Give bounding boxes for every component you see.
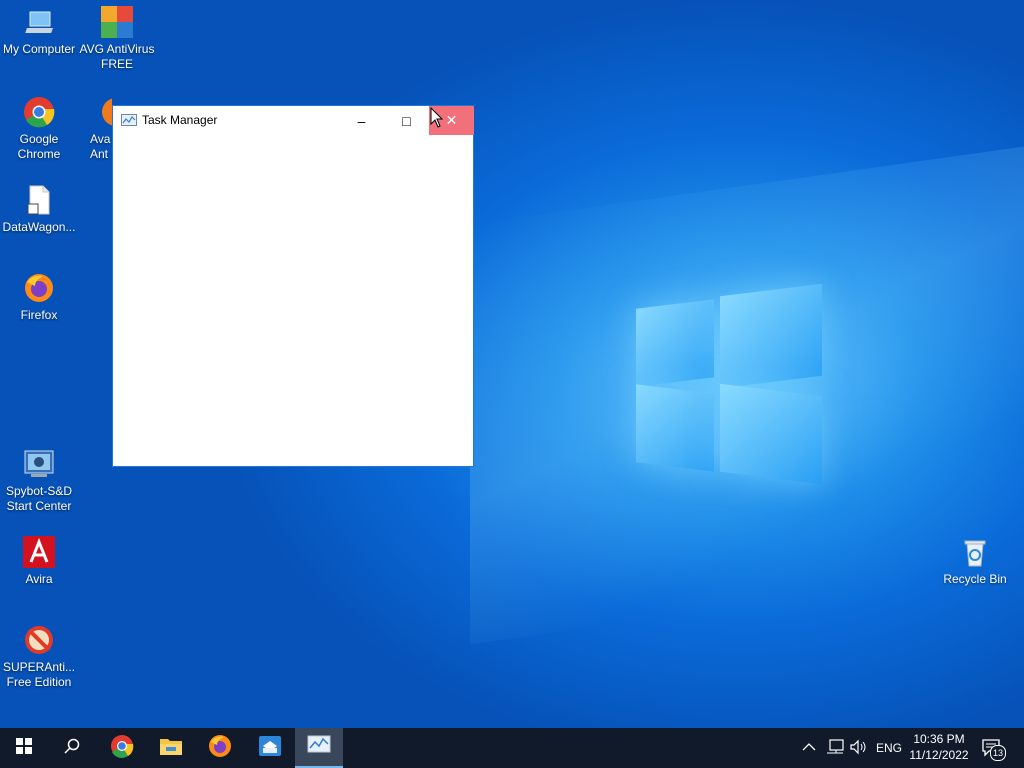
desktop-icon-spybot[interactable]: Spybot-S&D Start Center xyxy=(0,448,78,514)
desktop-icon-datawagon[interactable]: DataWagon... xyxy=(0,184,78,235)
desktop-icon-firefox[interactable]: Firefox xyxy=(0,272,78,323)
desktop-icon-google-chrome[interactable]: Google Chrome xyxy=(0,96,78,162)
avira-icon xyxy=(23,536,55,568)
desktop-icon-avg[interactable]: AVG AntiVirus FREE xyxy=(78,6,156,72)
window-title: Task Manager xyxy=(142,113,218,127)
desktop-icon-my-computer[interactable]: My Computer xyxy=(0,6,78,57)
show-hidden-icons[interactable] xyxy=(802,728,816,768)
computer-icon xyxy=(23,6,55,38)
firefox-icon xyxy=(23,272,55,304)
desktop-icon-avira[interactable]: Avira xyxy=(0,536,78,587)
notification-count-badge: 13 xyxy=(990,745,1006,761)
recycle-bin-icon xyxy=(959,536,991,568)
volume-control[interactable] xyxy=(850,728,868,768)
language-indicator[interactable]: ENG xyxy=(876,728,902,768)
window-content xyxy=(113,135,473,466)
minimize-button[interactable]: – xyxy=(339,106,384,135)
minimize-icon: – xyxy=(357,112,366,129)
desktop: My Computer AVG AntiVirus FREE Google Ch… xyxy=(0,0,1024,728)
taskbar-firefox[interactable] xyxy=(196,728,244,768)
action-center-button[interactable]: 13 xyxy=(980,736,1006,761)
desktop-icon-recycle-bin[interactable]: Recycle Bin xyxy=(936,536,1014,587)
avast-icon xyxy=(100,96,112,128)
start-button[interactable] xyxy=(0,728,48,768)
network-icon xyxy=(826,738,844,758)
maximize-button[interactable]: □ xyxy=(384,106,429,135)
mouse-cursor-icon xyxy=(430,106,444,129)
clock-date: 11/12/2022 xyxy=(909,748,969,762)
taskbar-file-explorer[interactable] xyxy=(147,728,195,768)
volume-icon xyxy=(850,739,868,758)
task-manager-icon xyxy=(307,735,331,760)
taskbar: ENG 10:36 PM 11/12/2022 13 xyxy=(0,728,1024,768)
desktop-icon-superantispyware[interactable]: SUPERAnti... Free Edition xyxy=(0,624,78,690)
search-button[interactable] xyxy=(48,728,96,768)
firefox-icon xyxy=(208,734,232,763)
desktop-icon-avast[interactable]: Ava Ant xyxy=(78,96,112,162)
superantispyware-icon xyxy=(23,624,55,656)
spybot-icon xyxy=(23,448,55,480)
taskbar-chrome[interactable] xyxy=(98,728,146,768)
file-explorer-icon xyxy=(159,736,183,761)
document-icon xyxy=(23,184,55,216)
taskbar-task-manager[interactable] xyxy=(295,728,343,768)
task-manager-icon xyxy=(121,114,137,128)
title-bar[interactable]: Task Manager – □ ✕ xyxy=(113,106,474,135)
maximize-icon: □ xyxy=(402,112,411,129)
chrome-icon xyxy=(110,734,134,763)
taskbar-sandbox[interactable] xyxy=(246,728,294,768)
search-icon xyxy=(64,738,80,759)
windows-start-icon xyxy=(16,737,32,759)
clock-time: 10:36 PM xyxy=(913,732,965,746)
avg-icon xyxy=(101,6,133,38)
sandbox-icon xyxy=(258,735,282,762)
close-icon: ✕ xyxy=(445,112,458,128)
chevron-up-icon xyxy=(802,741,816,755)
network-status[interactable] xyxy=(826,728,844,768)
task-manager-window[interactable]: Task Manager – □ ✕ xyxy=(112,105,474,467)
chrome-icon xyxy=(23,96,55,128)
clock[interactable]: 10:36 PM 11/12/2022 xyxy=(905,731,973,763)
windows-logo-wallpaper xyxy=(636,283,824,485)
